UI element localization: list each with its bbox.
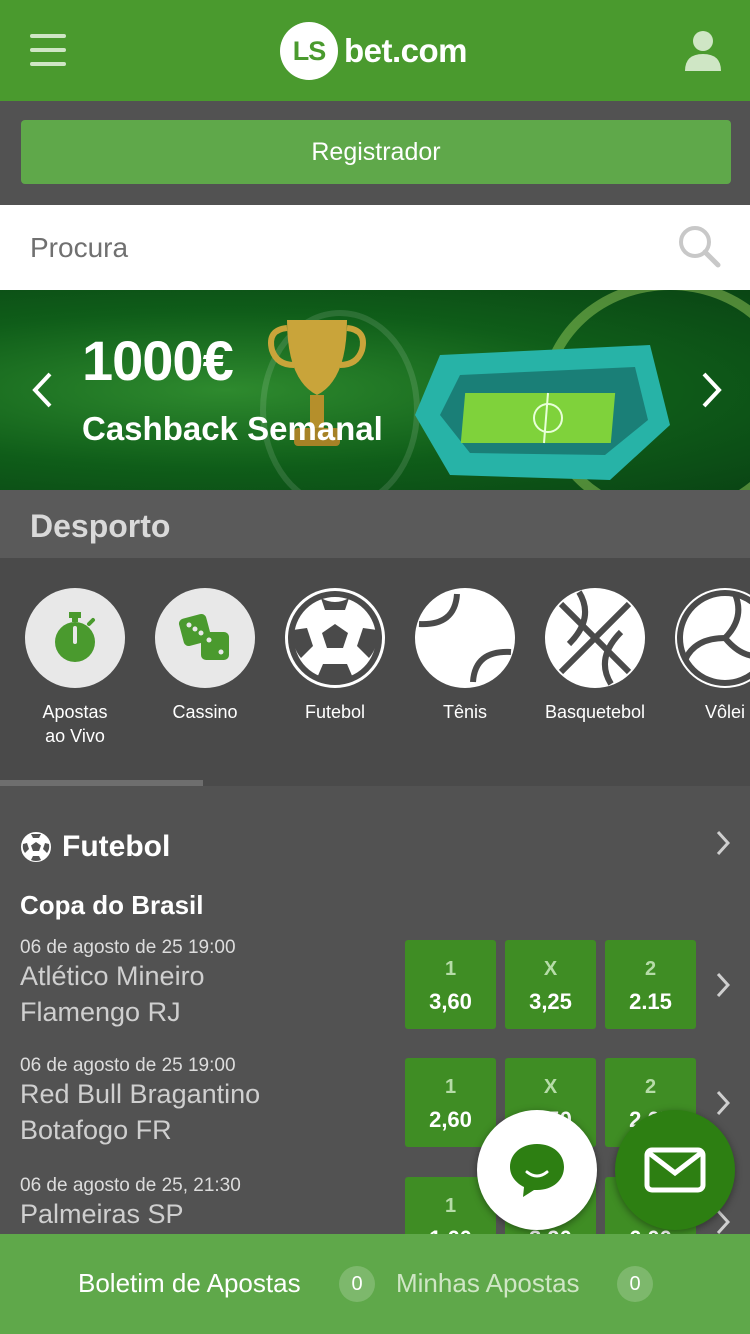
mybets-tab[interactable]: Minhas Apostas: [396, 1268, 580, 1299]
logo-text: bet.com: [344, 32, 468, 69]
category-label: ao Vivo: [45, 726, 105, 746]
category-volleyball[interactable]: Vôlei: [660, 588, 750, 724]
odd-button-home[interactable]: 1 3,60: [405, 940, 496, 1029]
sport-section-header: Desporto: [0, 490, 750, 558]
odd-button-home[interactable]: 1 2,60: [405, 1058, 496, 1147]
category-label: Basquetebol: [544, 702, 646, 722]
search-icon[interactable]: [678, 225, 722, 269]
chat-icon: [510, 1144, 564, 1197]
football-section-title[interactable]: Futebol: [20, 830, 170, 864]
category-football[interactable]: Futebol: [270, 588, 400, 724]
home-team: Red Bull Bragantino: [20, 1079, 261, 1109]
betslip-count-badge: 0: [339, 1266, 375, 1302]
odd-key: 2: [644, 958, 657, 980]
category-casino[interactable]: Cassino: [140, 588, 270, 724]
banner-amount: 1000€: [82, 329, 234, 392]
chevron-right-icon[interactable]: [716, 830, 730, 856]
chevron-right-icon[interactable]: [716, 972, 730, 998]
odd-key: 1: [444, 958, 457, 980]
odd-button-away[interactable]: 2 2.15: [605, 940, 696, 1029]
home-team: Atlético Mineiro: [20, 961, 205, 991]
stopwatch-icon: [25, 588, 125, 688]
sport-section-title: Desporto: [30, 508, 171, 544]
odd-value: 2.15: [629, 989, 672, 1014]
home-team: Palmeiras SP: [20, 1199, 184, 1229]
category-label: Cassino: [172, 702, 238, 722]
away-team: Botafogo FR: [20, 1115, 172, 1145]
register-button[interactable]: Registrador: [21, 120, 731, 184]
search-input[interactable]: [30, 225, 630, 271]
match-date: 06 de agosto de 25, 21:30: [20, 1175, 241, 1196]
tennis-ball-icon: [415, 588, 515, 688]
promo-banner[interactable]: 1000€ Cashback Semanal: [0, 290, 750, 490]
dice-icon: [155, 588, 255, 688]
match-date: 06 de agosto de 25 19:00: [20, 1055, 236, 1076]
league-title: Copa do Brasil: [20, 890, 204, 920]
user-icon[interactable]: [684, 30, 722, 72]
logo-badge: LS: [280, 22, 338, 80]
category-basketball[interactable]: Basquetebol: [530, 588, 660, 724]
odd-key: X: [543, 1076, 558, 1098]
odd-value: 3,60: [429, 989, 472, 1014]
mybets-count-badge: 0: [617, 1266, 653, 1302]
bottom-bar: Boletim de Apostas 0 Minhas Apostas 0: [0, 1234, 750, 1334]
scroll-indicator: [0, 780, 203, 786]
soccer-ball-icon: [285, 588, 385, 688]
match-row[interactable]: 06 de agosto de 25 19:00 Atlético Mineir…: [0, 937, 750, 1057]
odd-value: 3,25: [529, 989, 572, 1014]
basketball-icon: [545, 588, 645, 688]
volleyball-icon: [675, 588, 750, 688]
category-tennis[interactable]: Tênis: [400, 588, 530, 724]
category-live-betting[interactable]: Apostas ao Vivo: [10, 588, 140, 748]
search-bar: [0, 205, 750, 290]
odd-key: X: [543, 958, 558, 980]
betslip-tab[interactable]: Boletim de Apostas: [78, 1268, 301, 1299]
menu-icon[interactable]: [30, 34, 66, 66]
chat-button[interactable]: [477, 1110, 597, 1230]
odd-key: 1: [444, 1076, 457, 1098]
odd-button-draw[interactable]: X 3,25: [505, 940, 596, 1029]
odd-key: 1: [444, 1195, 457, 1217]
top-bar: LS bet.com: [0, 0, 750, 101]
sport-categories: Apostas ao Vivo Cassino Futebol Tênis Ba…: [0, 558, 750, 786]
mail-icon: [644, 1147, 706, 1193]
category-label: Tênis: [442, 702, 487, 722]
register-area: Registrador: [0, 101, 750, 205]
trophy-icon: [268, 320, 366, 446]
category-label: Apostas: [42, 702, 108, 722]
chevron-left-icon[interactable]: [30, 370, 54, 410]
odd-key: 2: [644, 1076, 657, 1098]
category-label: Futebol: [304, 702, 366, 722]
chevron-right-icon[interactable]: [700, 370, 724, 410]
soccer-ball-icon: [21, 832, 51, 862]
category-label: Vôlei: [704, 702, 746, 722]
chevron-right-icon[interactable]: [716, 1090, 730, 1116]
stadium-icon: [415, 345, 670, 480]
football-title: Futebol: [62, 830, 171, 863]
chevron-right-icon[interactable]: [716, 1209, 730, 1235]
odd-value: 2,60: [429, 1107, 472, 1132]
banner-subtitle: Cashback Semanal: [82, 410, 383, 447]
logo[interactable]: LS bet.com: [280, 22, 468, 80]
away-team: Flamengo RJ: [20, 997, 181, 1027]
match-date: 06 de agosto de 25 19:00: [20, 937, 236, 958]
mail-button[interactable]: [615, 1110, 735, 1230]
